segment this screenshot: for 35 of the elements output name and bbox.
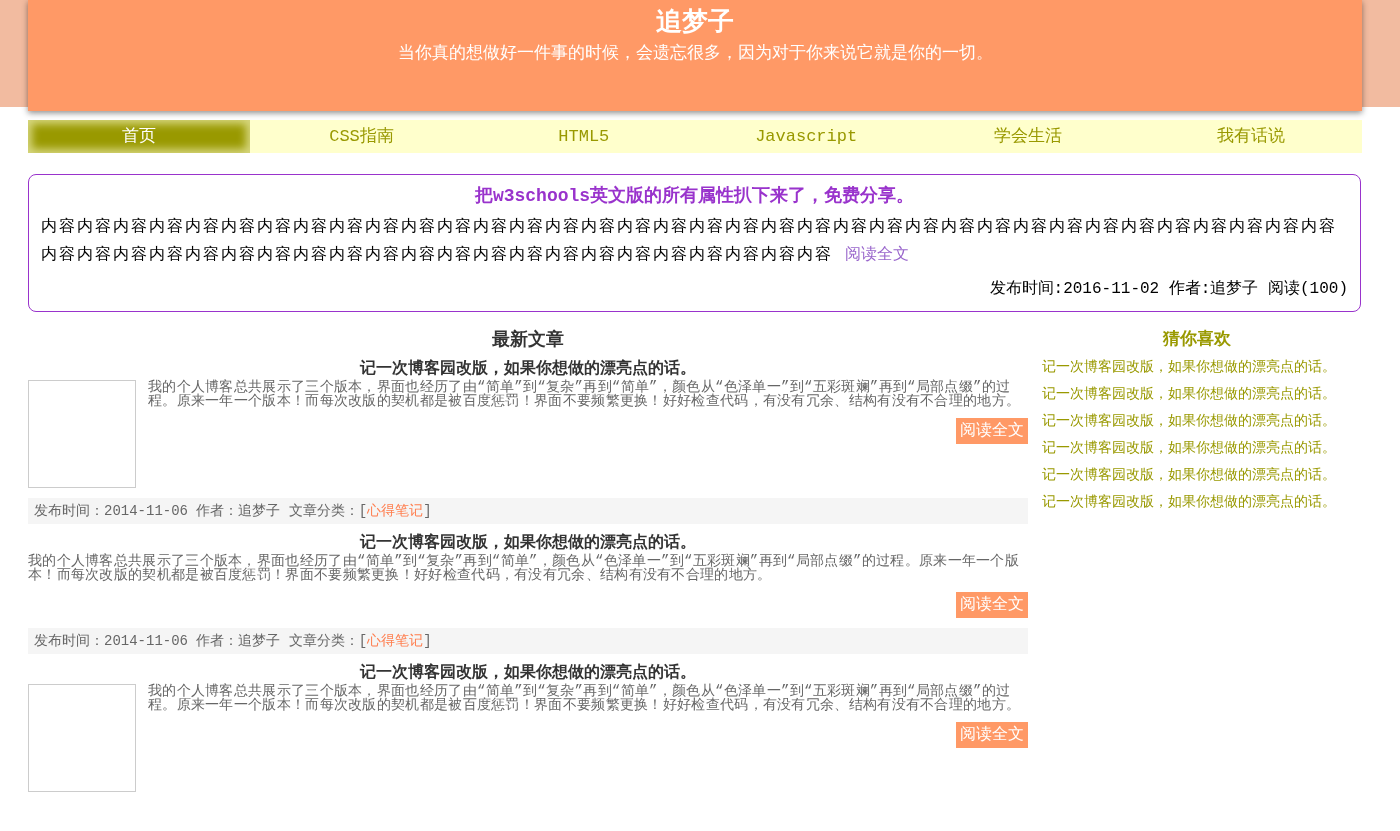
read-more-button[interactable]: 阅读全文 [956,592,1028,618]
sidebar-link[interactable]: 记一次博客园改版，如果你想做的漂亮点的话。 [1042,354,1351,381]
featured-text: 内容内容内容内容内容内容内容内容内容内容内容内容内容内容内容内容内容内容内容内容内容内容内容内容内容内容内容内容内容内容内容内容内容内容内容内容内容内容内容内容内容内容内容内容内容内容内容内容内容内容内容内容内容内容内容内容内容内容 阅读全文 [41,216,1338,266]
sidebar-link[interactable]: 记一次博客园改版，如果你想做的漂亮点的话。 [1042,408,1351,435]
bracket-text: ] [423,503,432,519]
category-link[interactable]: 心得笔记 [367,503,424,519]
nav-tab[interactable]: HTML5 [472,120,695,153]
article-meta: 发布时间：2014-11-06 作者：追梦子 文章分类：[ [34,633,368,649]
sidebar-heading: 猜你喜欢 [1161,328,1232,351]
post-meta: 发布时间:2016-11-02 作者:追梦子 阅读(100) [988,279,1348,299]
site-motto: 当你真的想做好一件事的时候，会遗忘很多，因为对于你来说它就是你的一切。 [396,42,994,65]
read-more-link[interactable]: 阅读全文 [844,246,909,264]
read-more-button[interactable]: 阅读全文 [956,722,1028,748]
sidebar-link[interactable]: 记一次博客园改版，如果你想做的漂亮点的话。 [1042,381,1351,408]
sidebar-link[interactable]: 记一次博客园改版，如果你想做的漂亮点的话。 [1042,435,1351,462]
nav-tab[interactable]: CSS指南 [250,120,473,153]
category-link[interactable]: 心得笔记 [367,633,424,649]
section-heading: 最新文章 [491,328,565,352]
nav-tab[interactable]: Javascript [695,120,918,153]
article-summary: 我的个人博客总共展示了三个版本，界面也经历了由“简单”到“复杂”再到“简单”，颜色从“色泽单一”到“五彩斑斓”再到“局部点缀”的过程。原来一年一个版本！而每次改版的契机都是被百度惩罚！界面不要频繁更换！好好检查代码，有没有冗余、结构有没有不合理的地方。 [28,554,1020,582]
article-meta: 发布时间：2014-11-06 作者：追梦子 文章分类：[ [34,503,368,519]
nav-tab[interactable]: 我有话说 [1139,120,1362,153]
nav-tab[interactable]: 学会生活 [917,120,1140,153]
sidebar-link[interactable]: 记一次博客园改版，如果你想做的漂亮点的话。 [1042,462,1351,489]
article-title[interactable]: 记一次博客园改版，如果你想做的漂亮点的话。 [28,532,1028,554]
featured-title[interactable]: 把w3schools英文版的所有属性扒下来了，免费分享。 [41,183,1348,209]
nav-tab[interactable]: 首页 [28,120,251,153]
article-title[interactable]: 记一次博客园改版，如果你想做的漂亮点的话。 [28,358,1028,380]
sidebar-link[interactable]: 记一次博客园改版，如果你想做的漂亮点的话。 [1042,489,1351,516]
article-title[interactable]: 记一次博客园改版，如果你想做的漂亮点的话。 [28,662,1028,684]
bracket-text: ] [423,633,432,649]
site-title: 追梦子 [655,7,735,40]
article-summary: 我的个人博客总共展示了三个版本，界面也经历了由“简单”到“复杂”再到“简单”，颜色从“色泽单一”到“五彩斑斓”再到“局部点缀”的过程。原来一年一个版本！而每次改版的契机都是被百度惩罚！界面不要频繁更换！好好检查代码，有没有冗余、结构有没有不合理的地方。 [148,684,1022,712]
article-summary: 我的个人博客总共展示了三个版本，界面也经历了由“简单”到“复杂”再到“简单”，颜色从“色泽单一”到“五彩斑斓”再到“局部点缀”的过程。原来一年一个版本！而每次改版的契机都是被百度惩罚！界面不要频繁更换！好好检查代码，有没有冗余、结构有没有不合理的地方。 [148,380,1022,408]
read-more-button[interactable]: 阅读全文 [956,418,1028,444]
